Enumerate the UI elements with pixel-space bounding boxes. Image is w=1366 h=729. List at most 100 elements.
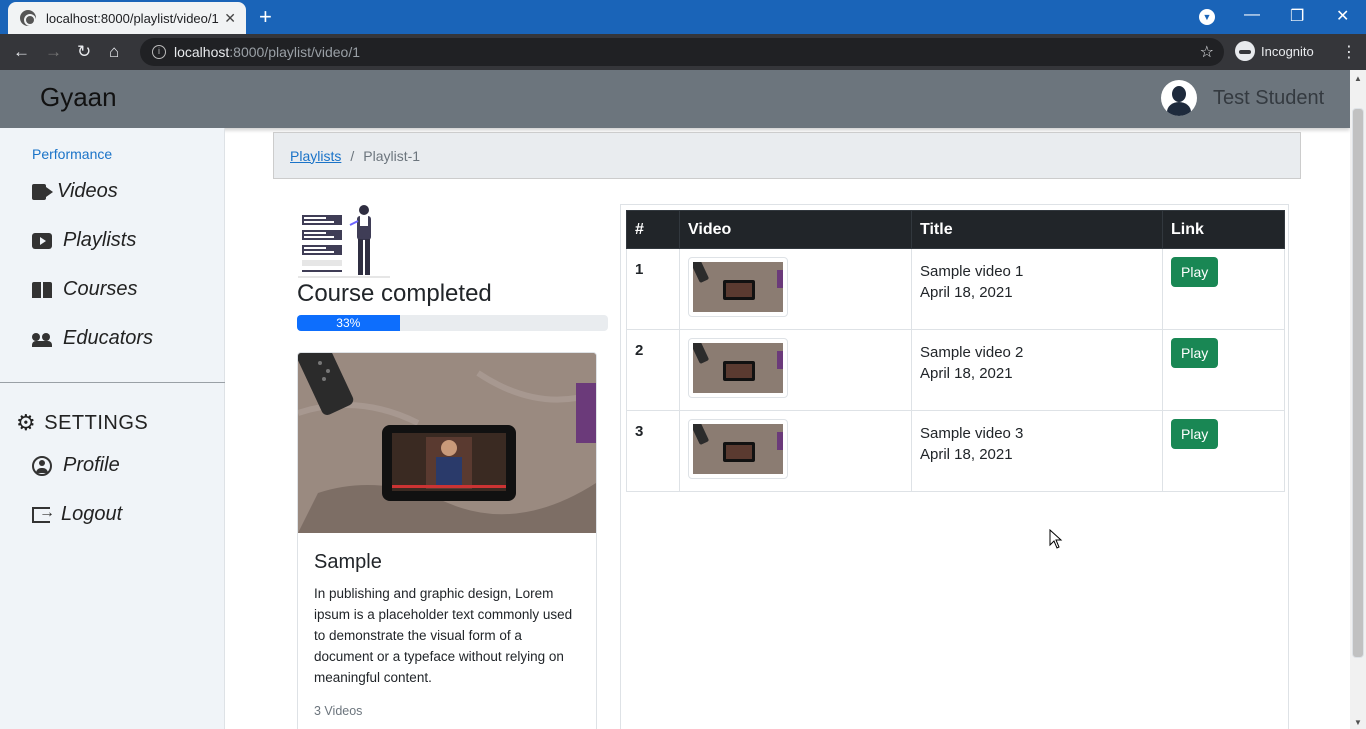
video-date: April 18, 2021 <box>920 446 1013 463</box>
row-number: 2 <box>626 329 680 411</box>
video-title-cell: Sample video 3 April 18, 2021 <box>911 410 1163 492</box>
play-button[interactable]: Play <box>1171 338 1219 368</box>
video-thumbnail[interactable] <box>688 338 788 398</box>
profile-icon <box>32 455 52 476</box>
playlist-icon <box>32 232 52 249</box>
reload-icon[interactable]: ↻ <box>77 42 91 62</box>
sidebar-divider <box>0 382 225 383</box>
video-title-cell: Sample video 2 April 18, 2021 <box>911 329 1163 411</box>
link-cell: Play <box>1162 410 1285 492</box>
sidebar-item-label: Videos <box>57 180 118 202</box>
info-icon[interactable]: i <box>152 45 166 59</box>
address-bar[interactable]: i localhost:8000/playlist/video/1 ☆ <box>140 38 1224 66</box>
logout-icon <box>32 504 55 523</box>
tab-title: localhost:8000/playlist/video/1 <box>46 10 219 26</box>
browser-tab[interactable]: localhost:8000/playlist/video/1 ✕ <box>8 2 246 34</box>
settings-heading: ⚙ SETTINGS <box>16 410 148 436</box>
video-cell <box>679 329 912 411</box>
card-title[interactable]: Sample <box>314 551 382 574</box>
new-tab-icon[interactable]: + <box>259 6 272 28</box>
video-thumbnail[interactable] <box>688 257 788 317</box>
incognito-label: Incognito <box>1261 43 1314 59</box>
video-date: April 18, 2021 <box>920 284 1013 301</box>
sidebar-item-videos[interactable]: Videos <box>32 180 118 203</box>
videos-table: # Video Title Link 1 Sample video 1 Apri… <box>626 210 1285 492</box>
sidebar-item-educators[interactable]: Educators <box>32 327 153 350</box>
incognito-indicator[interactable]: Incognito <box>1235 41 1314 61</box>
scrollbar-thumb[interactable] <box>1352 108 1364 658</box>
sidebar-item-label: Playlists <box>63 229 137 251</box>
brand-logo[interactable]: Gyaan <box>40 82 117 113</box>
top-navbar: Gyaan Test Student <box>0 70 1350 128</box>
video-title[interactable]: Sample video 2 <box>920 342 1154 363</box>
video-cell <box>679 248 912 330</box>
sidebar-item-logout[interactable]: Logout <box>32 503 122 526</box>
sidebar-item-label: Logout <box>61 503 123 525</box>
progress-fill: 33% <box>297 315 400 331</box>
sidebar: Performance Videos Playlists Courses Edu… <box>0 128 225 729</box>
sidebar-section-performance[interactable]: Performance <box>32 146 112 162</box>
video-title[interactable]: Sample video 3 <box>920 423 1154 444</box>
table-row: 1 Sample video 1 April 18, 2021 Play <box>626 248 1285 330</box>
videos-table-container: # Video Title Link 1 Sample video 1 Apri… <box>620 204 1289 729</box>
video-cell <box>679 410 912 492</box>
page-scrollbar[interactable]: ▲ ▼ <box>1350 70 1366 729</box>
column-header-title: Title <box>911 210 1163 249</box>
row-number: 3 <box>626 410 680 492</box>
table-row: 2 Sample video 2 April 18, 2021 Play <box>626 329 1285 411</box>
playlist-card: Sample In publishing and graphic design,… <box>297 352 597 729</box>
course-completed-heading: Course completed <box>297 280 492 307</box>
back-icon[interactable]: ← <box>13 42 30 62</box>
sidebar-item-playlists[interactable]: Playlists <box>32 229 136 252</box>
globe-icon <box>20 10 36 26</box>
browser-tab-bar: localhost:8000/playlist/video/1 ✕ + ▼ — … <box>0 0 1366 34</box>
link-cell: Play <box>1162 329 1285 411</box>
row-number: 1 <box>626 248 680 330</box>
table-header-row: # Video Title Link <box>626 210 1285 249</box>
forward-icon[interactable]: → <box>45 42 62 62</box>
user-name[interactable]: Test Student <box>1213 87 1324 110</box>
mouse-cursor-icon <box>1049 529 1063 549</box>
breadcrumb: Playlists / Playlist-1 <box>273 132 1301 179</box>
breadcrumb-separator: / <box>350 147 355 164</box>
column-header-number: # <box>626 210 680 249</box>
restore-icon[interactable]: ❐ <box>1290 6 1304 26</box>
tab-close-icon[interactable]: ✕ <box>224 10 236 27</box>
column-header-video: Video <box>679 210 912 249</box>
video-camera-icon <box>32 183 53 200</box>
course-progress-illustration <box>298 205 390 278</box>
video-title-cell: Sample video 1 April 18, 2021 <box>911 248 1163 330</box>
browser-menu-icon[interactable]: ⋮ <box>1341 42 1357 62</box>
avatar[interactable] <box>1161 80 1197 116</box>
book-icon <box>32 281 52 298</box>
incognito-icon <box>1235 41 1255 61</box>
sidebar-item-profile[interactable]: Profile <box>32 454 120 477</box>
video-title[interactable]: Sample video 1 <box>920 261 1154 282</box>
sidebar-item-label: Educators <box>63 327 154 349</box>
scroll-up-icon[interactable]: ▲ <box>1354 74 1362 83</box>
breadcrumb-current: Playlist-1 <box>363 147 421 164</box>
home-icon[interactable]: ⌂ <box>109 42 119 62</box>
card-description: In publishing and graphic design, Lorem … <box>314 586 573 685</box>
playlist-thumbnail <box>298 353 596 533</box>
sidebar-item-courses[interactable]: Courses <box>32 278 137 301</box>
sidebar-item-label: Profile <box>63 454 120 476</box>
table-row: 3 Sample video 3 April 18, 2021 Play <box>626 410 1285 492</box>
browser-toolbar: ← → ↻ ⌂ i localhost:8000/playlist/video/… <box>0 34 1366 70</box>
play-button[interactable]: Play <box>1171 419 1219 449</box>
tab-search-icon[interactable]: ▼ <box>1199 9 1215 25</box>
gear-icon: ⚙ <box>16 410 37 435</box>
card-video-count: 3 Videos <box>314 704 363 718</box>
url-path: :8000/playlist/video/1 <box>229 44 361 60</box>
scroll-down-icon[interactable]: ▼ <box>1354 718 1362 727</box>
page-viewport: Gyaan Test Student Performance Videos Pl… <box>0 70 1350 729</box>
bookmark-star-icon[interactable]: ☆ <box>1200 42 1214 62</box>
video-thumbnail[interactable] <box>688 419 788 479</box>
minimize-icon[interactable]: — <box>1244 6 1260 24</box>
play-button[interactable]: Play <box>1171 257 1219 287</box>
breadcrumb-playlists-link[interactable]: Playlists <box>290 148 341 164</box>
link-cell: Play <box>1162 248 1285 330</box>
close-window-icon[interactable]: ✕ <box>1336 6 1349 26</box>
sidebar-item-label: Courses <box>63 278 138 300</box>
settings-label: SETTINGS <box>44 411 149 434</box>
